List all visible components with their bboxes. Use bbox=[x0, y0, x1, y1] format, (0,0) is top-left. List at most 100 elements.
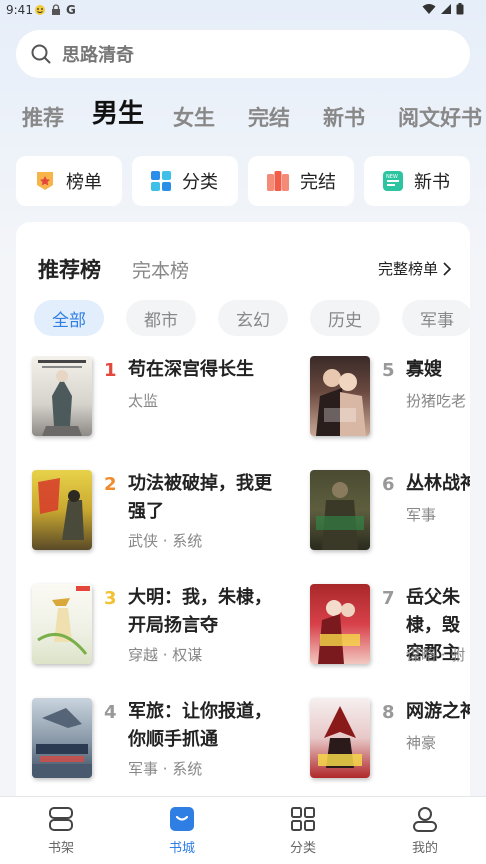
chip-urban[interactable]: 都市 bbox=[126, 300, 196, 336]
status-bar: 9:41 G bbox=[0, 0, 486, 22]
book-tags: 扮猪吃老 bbox=[406, 392, 467, 410]
category-entry-button[interactable]: 分类 bbox=[132, 156, 238, 206]
status-notification-icons: G bbox=[34, 2, 76, 18]
quick-entries: 榜单 分类 完结 NEW 新书 bbox=[16, 156, 486, 206]
status-time: 9:41 bbox=[6, 3, 33, 17]
finished-entry-button[interactable]: 完结 bbox=[248, 156, 354, 206]
chip-all[interactable]: 全部 bbox=[34, 300, 104, 336]
bookstore-icon bbox=[170, 807, 194, 831]
book-rank-number: 5 bbox=[382, 360, 395, 381]
ranking-entry-button[interactable]: 榜单 bbox=[16, 156, 122, 206]
book-tags: 太监 bbox=[128, 392, 159, 410]
ranking-card: 推荐榜 完本榜 完整榜单 全部 都市 玄幻 历史 军事 1 苟在深宫得长生 太监… bbox=[16, 222, 470, 822]
nav-bookstore-label: 书城 bbox=[168, 841, 195, 856]
google-icon: G bbox=[66, 3, 76, 17]
ranking-icon bbox=[37, 172, 53, 190]
tab-male[interactable]: 男生 bbox=[92, 98, 144, 134]
search-placeholder: 思路清奇 bbox=[62, 45, 134, 66]
tab-yuewen-good-books[interactable]: 阅文好书 bbox=[398, 98, 482, 138]
book-item-2[interactable]: 2 功法被破掉，我更强了 武侠 · 系统 bbox=[32, 470, 282, 554]
book-item-5[interactable]: 5 寡嫂 扮猪吃老 bbox=[310, 356, 470, 440]
search-bar[interactable]: 思路清奇 bbox=[16, 30, 470, 78]
wifi-icon bbox=[422, 4, 436, 14]
chip-military[interactable]: 军事 bbox=[402, 300, 470, 336]
book-title: 军旅：让你报道，你顺手抓通 bbox=[128, 701, 272, 750]
ranking-entry-label: 榜单 bbox=[66, 172, 102, 193]
nav-profile-label: 我的 bbox=[411, 841, 438, 856]
category-entry-label: 分类 bbox=[182, 172, 218, 193]
book-item-3[interactable]: 3 大明：我，朱棣，开局扬言夺 穿越 · 权谋 bbox=[32, 584, 282, 668]
book-cover bbox=[32, 698, 92, 778]
full-list-label: 完整榜单 bbox=[377, 260, 438, 278]
book-tags: 穿越 · 权谋 bbox=[128, 646, 203, 664]
bottom-nav: 书架 书城 分类 我的 bbox=[0, 796, 486, 864]
book-tags: 军事 · 系统 bbox=[128, 760, 203, 778]
category-grid-icon bbox=[291, 807, 315, 831]
book-rank-list: 1 苟在深宫得长生 太监 2 功法被破掉，我更强了 武侠 · 系统 3 大明：我… bbox=[16, 356, 470, 816]
book-cover bbox=[310, 698, 370, 778]
book-rank-number: 8 bbox=[382, 702, 395, 723]
nav-category-label: 分类 bbox=[289, 841, 316, 856]
signal-icon bbox=[441, 4, 451, 14]
tab-finished[interactable]: 完结 bbox=[248, 98, 290, 138]
new-book-icon: NEW bbox=[383, 171, 403, 191]
book-tags: 神豪 bbox=[406, 734, 437, 752]
book-rank-number: 1 bbox=[104, 360, 117, 381]
nav-bookstore[interactable]: 书城 bbox=[152, 805, 212, 861]
book-cover bbox=[32, 356, 92, 436]
book-cover bbox=[310, 470, 370, 550]
search-icon bbox=[31, 44, 51, 64]
book-tags: 武侠 · 系统 bbox=[128, 532, 203, 550]
book-item-8[interactable]: 8 网游之神级土豪 神豪 bbox=[310, 698, 470, 782]
nav-profile[interactable]: 我的 bbox=[395, 805, 455, 861]
bookshelf-icon bbox=[49, 807, 73, 831]
channel-tabs: 推荐 男生 女生 完结 新书 阅文好书 bbox=[0, 98, 486, 142]
book-item-7[interactable]: 7 岳父朱棣，毁容郡主 谋略 · 驸 bbox=[310, 584, 470, 668]
book-cover bbox=[310, 356, 370, 436]
finished-entry-label: 完结 bbox=[300, 172, 336, 193]
chevron-right-icon bbox=[443, 261, 452, 276]
nav-bookshelf-label: 书架 bbox=[47, 841, 74, 856]
battery-icon bbox=[456, 3, 464, 15]
book-item-4[interactable]: 4 军旅：让你报道，你顺手抓通 军事 · 系统 bbox=[32, 698, 282, 782]
book-item-6[interactable]: 6 丛林战神 军事 bbox=[310, 470, 470, 554]
book-title: 功法被破掉，我更强了 bbox=[128, 473, 272, 522]
nav-bookshelf[interactable]: 书架 bbox=[31, 805, 91, 861]
status-system-icons bbox=[422, 3, 464, 15]
new-book-entry-button[interactable]: NEW 新书 bbox=[364, 156, 470, 206]
finished-books-icon bbox=[267, 171, 289, 191]
book-title: 苟在深宫得长生 bbox=[128, 359, 254, 380]
category-icon bbox=[151, 171, 171, 191]
profile-icon bbox=[413, 807, 437, 832]
book-title: 网游之神级土豪 bbox=[406, 701, 470, 722]
book-rank-number: 2 bbox=[104, 474, 117, 495]
tab-female[interactable]: 女生 bbox=[173, 98, 215, 138]
chip-fantasy[interactable]: 玄幻 bbox=[218, 300, 288, 336]
book-title: 丛林战神 bbox=[406, 473, 470, 494]
book-title: 大明：我，朱棣，开局扬言夺 bbox=[128, 587, 272, 636]
book-rank-number: 4 bbox=[104, 702, 117, 723]
book-title: 寡嫂 bbox=[406, 359, 442, 380]
tab-finished-rank[interactable]: 完本榜 bbox=[132, 256, 189, 283]
book-rank-number: 3 bbox=[104, 588, 117, 609]
nav-category[interactable]: 分类 bbox=[273, 805, 333, 861]
book-rank-number: 6 bbox=[382, 474, 395, 495]
book-rank-number: 7 bbox=[382, 588, 395, 609]
book-item-1[interactable]: 1 苟在深宫得长生 太监 bbox=[32, 356, 282, 440]
new-book-entry-label: 新书 bbox=[414, 172, 450, 193]
book-tags: 谋略 · 驸 bbox=[406, 646, 466, 664]
lock-icon bbox=[52, 4, 60, 15]
book-cover bbox=[32, 470, 92, 550]
full-list-link[interactable]: 完整榜单 bbox=[378, 258, 452, 279]
book-cover bbox=[32, 584, 92, 664]
tab-new[interactable]: 新书 bbox=[323, 98, 365, 138]
book-cover bbox=[310, 584, 370, 664]
emoji-icon bbox=[35, 5, 45, 15]
tab-recommend-rank[interactable]: 推荐榜 bbox=[38, 254, 101, 284]
chip-history[interactable]: 历史 bbox=[310, 300, 380, 336]
book-tags: 军事 bbox=[406, 506, 437, 524]
svg-text:NEW: NEW bbox=[386, 174, 398, 180]
tab-recommend-rank-label: 推荐榜 bbox=[38, 258, 101, 282]
tab-recommend[interactable]: 推荐 bbox=[22, 98, 64, 138]
genre-chips: 全部 都市 玄幻 历史 军事 bbox=[34, 300, 470, 336]
